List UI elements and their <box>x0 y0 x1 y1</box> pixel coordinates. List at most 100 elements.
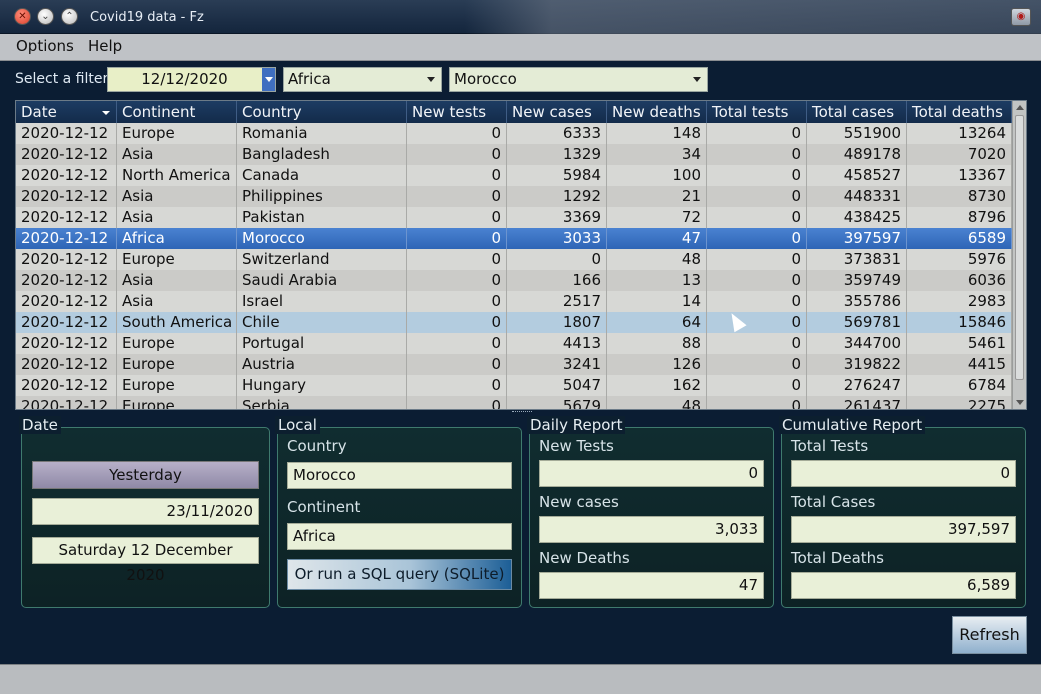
country-field[interactable]: Morocco <box>287 462 512 489</box>
column-header[interactable]: Country <box>237 101 407 123</box>
scroll-up-icon[interactable] <box>1016 105 1024 110</box>
table-cell: Asia <box>117 186 237 207</box>
table-cell: 6036 <box>907 270 1012 291</box>
table-cell: Asia <box>117 144 237 165</box>
table-cell: Asia <box>117 291 237 312</box>
table-cell: 0 <box>407 144 507 165</box>
table-cell: 0 <box>407 396 507 409</box>
table-cell: Austria <box>237 354 407 375</box>
local-group-title: Local <box>275 416 320 434</box>
table-cell: 3033 <box>507 228 607 249</box>
column-header[interactable]: Total cases <box>807 101 907 123</box>
new-cases-field: 3,033 <box>539 516 764 543</box>
scroll-down-icon[interactable] <box>1016 400 1024 405</box>
column-header[interactable]: Total deaths <box>907 101 1012 123</box>
long-date-field: Saturday 12 December 2020 <box>32 537 259 584</box>
table-cell: 0 <box>707 312 807 333</box>
table-row[interactable]: 2020-12-12 Asia Saudi Arabia 0 166 13 0 359749 6… <box>16 270 1012 291</box>
new-tests-field: 0 <box>539 460 764 487</box>
total-tests-field: 0 <box>791 460 1016 487</box>
yesterday-button[interactable]: Yesterday <box>32 461 259 489</box>
table-cell: 48 <box>607 249 707 270</box>
refresh-button[interactable]: Refresh <box>952 616 1027 654</box>
column-header[interactable]: New tests <box>407 101 507 123</box>
title-bar[interactable]: ✕ ⌄ ⌃ Covid19 data - Fz ◉ <box>0 0 1041 34</box>
table-cell: 569781 <box>807 312 907 333</box>
column-header[interactable]: Date <box>16 101 117 123</box>
table-cell: 5679 <box>507 396 607 409</box>
chevron-down-icon <box>265 77 273 82</box>
table-cell: 0 <box>707 396 807 409</box>
table-cell: 6589 <box>907 228 1012 249</box>
table-cell: 0 <box>407 123 507 144</box>
table-row[interactable]: 2020-12-12 South America Chile 0 1807 64 0 5697… <box>16 312 1012 333</box>
table-row[interactable]: 2020-12-12 Europe Portugal 0 4413 88 0 344700 54… <box>16 333 1012 354</box>
table-row[interactable]: 2020-12-12 Asia Bangladesh 0 1329 34 0 489178 70… <box>16 144 1012 165</box>
window-title: Covid19 data - Fz <box>90 10 204 25</box>
menu-bar: Options Help <box>0 34 1041 61</box>
table-cell: 276247 <box>807 375 907 396</box>
table-cell: North America <box>117 165 237 186</box>
table-cell: 2020-12-12 <box>16 270 117 291</box>
table-cell: 3369 <box>507 207 607 228</box>
table-cell: Morocco <box>237 228 407 249</box>
table-cell: Portugal <box>237 333 407 354</box>
table-cell: 0 <box>707 165 807 186</box>
table-cell: 6333 <box>507 123 607 144</box>
country-label: Country <box>287 437 347 455</box>
splitter-handle[interactable] <box>512 411 532 414</box>
total-deaths-field: 6,589 <box>791 572 1016 599</box>
table-row[interactable]: 2020-12-12 North America Canada 0 5984 100 0 45… <box>16 165 1012 186</box>
table-cell: 47 <box>607 228 707 249</box>
table-cell: 355786 <box>807 291 907 312</box>
menu-options[interactable]: Options <box>16 37 74 55</box>
table-cell: 438425 <box>807 207 907 228</box>
covid-data-table[interactable]: Date Continent Country New tests New cases Ne… <box>15 100 1027 410</box>
table-cell: 0 <box>407 270 507 291</box>
date-group-title: Date <box>19 416 61 434</box>
table-cell: 0 <box>707 207 807 228</box>
date-filter-picker[interactable]: 12/12/2020 <box>107 67 276 92</box>
column-header[interactable]: New cases <box>507 101 607 123</box>
date-dropdown-button[interactable] <box>262 68 275 91</box>
table-cell: Pakistan <box>237 207 407 228</box>
table-cell: 0 <box>707 144 807 165</box>
close-window-button[interactable]: ✕ <box>14 8 31 25</box>
table-row[interactable]: 2020-12-12 Asia Pakistan 0 3369 72 0 438425 8796 <box>16 207 1012 228</box>
table-row[interactable]: 2020-12-12 Asia Israel 0 2517 14 0 355786 2983 <box>16 291 1012 312</box>
country-filter-select[interactable]: Morocco <box>449 67 708 92</box>
table-cell: 2020-12-12 <box>16 354 117 375</box>
yesterday-date-field[interactable]: 23/11/2020 <box>32 498 259 525</box>
table-cell: Serbia <box>237 396 407 409</box>
table-cell: 126 <box>607 354 707 375</box>
minimize-window-button[interactable]: ⌄ <box>37 8 54 25</box>
continent-field[interactable]: Africa <box>287 523 512 550</box>
continent-filter-select[interactable]: Africa <box>283 67 442 92</box>
table-cell: 148 <box>607 123 707 144</box>
column-header[interactable]: New deaths <box>607 101 707 123</box>
table-cell: 4415 <box>907 354 1012 375</box>
table-row[interactable]: 2020-12-12 Asia Philippines 0 1292 21 0 448331 8… <box>16 186 1012 207</box>
table-vertical-scrollbar[interactable] <box>1012 101 1026 409</box>
column-header[interactable]: Continent <box>117 101 237 123</box>
app-icon[interactable]: ◉ <box>1011 8 1031 26</box>
table-cell: 15846 <box>907 312 1012 333</box>
table-row[interactable]: 2020-12-12 Europe Austria 0 3241 126 0 319822 44… <box>16 354 1012 375</box>
maximize-window-button[interactable]: ⌃ <box>61 8 78 25</box>
table-cell: 261437 <box>807 396 907 409</box>
table-row[interactable]: 2020-12-12 Europe Serbia 0 5679 48 0 261437 2275 <box>16 396 1012 409</box>
menu-help[interactable]: Help <box>88 37 122 55</box>
table-row[interactable]: 2020-12-12 Europe Romania 0 6333 148 0 551900 13… <box>16 123 1012 144</box>
scrollbar-thumb[interactable] <box>1015 115 1024 380</box>
table-cell: 448331 <box>807 186 907 207</box>
table-cell: Chile <box>237 312 407 333</box>
table-cell: 0 <box>407 186 507 207</box>
sql-query-button[interactable]: Or run a SQL query (SQLite) <box>287 559 512 590</box>
column-header[interactable]: Total tests <box>707 101 807 123</box>
table-cell: 0 <box>407 249 507 270</box>
table-cell: Hungary <box>237 375 407 396</box>
table-row[interactable]: 2020-12-12 Europe Switzerland 0 0 48 0 373831 59… <box>16 249 1012 270</box>
table-cell: Bangladesh <box>237 144 407 165</box>
table-row[interactable]: 2020-12-12 Africa Morocco 0 3033 47 0 397597 658… <box>16 228 1012 249</box>
table-row[interactable]: 2020-12-12 Europe Hungary 0 5047 162 0 276247 67… <box>16 375 1012 396</box>
